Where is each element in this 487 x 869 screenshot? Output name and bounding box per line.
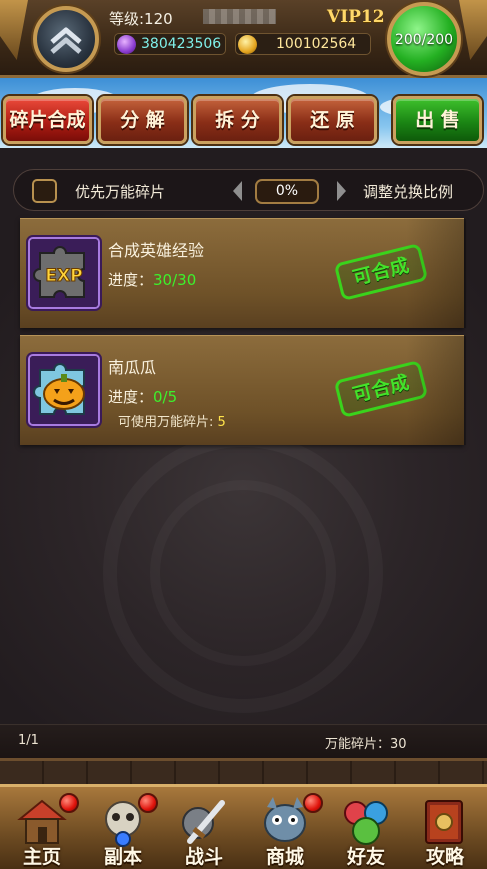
- progress-row: 进度：30/30: [108, 269, 196, 290]
- nav-label: 好友: [346, 846, 385, 868]
- tab-decompose[interactable]: 分 解: [98, 96, 187, 144]
- tab-fragment-synthesis[interactable]: 碎片合成: [3, 96, 92, 144]
- fragment-panel: 优先万能碎片 0% 调整兑换比例 EXP 合成英雄经验 进度：30/30 可合成: [0, 148, 487, 758]
- list-item[interactable]: 南瓜瓜 进度：0/5 可使用万能碎片: 5 可合成: [20, 335, 466, 445]
- sword-shield-icon: [182, 800, 225, 844]
- nav-label: 商城: [265, 846, 304, 868]
- tab-sell[interactable]: 出 售: [393, 96, 482, 144]
- energy-value: 200/200: [394, 32, 454, 48]
- nav-guide[interactable]: 攻略: [405, 787, 485, 869]
- energy-orb[interactable]: 200/200: [387, 2, 461, 76]
- progress-row: 进度：0/5: [108, 386, 177, 407]
- guide-book-icon: [425, 800, 463, 844]
- gem-amount: 380423506: [141, 36, 222, 52]
- progress-label: 进度：: [108, 388, 154, 406]
- priority-wild-checkbox[interactable]: [32, 179, 57, 203]
- gold-counter[interactable]: 100102564: [235, 33, 371, 55]
- nav-label: 副本: [103, 846, 142, 868]
- item-title: 南瓜瓜: [108, 358, 157, 377]
- tab-restore[interactable]: 还 原: [288, 96, 377, 144]
- filter-bar: 优先万能碎片 0% 调整兑换比例: [13, 169, 484, 211]
- blurred-player-name: [203, 9, 276, 24]
- right-corner-ornament: [459, 0, 487, 60]
- wild-shard-usable-label: 可使用万能碎片:: [118, 415, 218, 430]
- panel-footer: 1/1 万能碎片：30: [0, 724, 487, 758]
- wild-shard-total: 万能碎片：30: [325, 737, 407, 752]
- progress-value: 30/30: [153, 271, 197, 289]
- gold-amount: 100102564: [276, 36, 357, 52]
- progress-value: 0/5: [153, 388, 178, 406]
- pumpkin-puzzle-icon: [28, 354, 100, 426]
- tab-split[interactable]: 拆 分: [193, 96, 282, 144]
- nav-friends[interactable]: 好友: [326, 787, 406, 869]
- nav-label: 主页: [22, 846, 61, 868]
- gem-icon: [117, 35, 136, 54]
- synthesize-stamp-button[interactable]: 可合成: [333, 359, 429, 419]
- page-indicator: 1/1: [18, 733, 39, 748]
- top-status-bar: 等级:120 VIP12 380423506 100102564 200/200: [0, 0, 487, 78]
- nav-battle[interactable]: 战斗: [164, 787, 244, 869]
- list-item[interactable]: EXP 合成英雄经验 进度：30/30 可合成: [20, 218, 466, 328]
- chevron-up-icon: [50, 27, 82, 54]
- nav-home[interactable]: 主页: [2, 787, 82, 869]
- priority-wild-label: 优先万能碎片: [75, 183, 166, 201]
- progress-label: 进度：: [108, 271, 154, 289]
- shop-notification-badge: [303, 793, 323, 813]
- dungeon-notification-badge: [138, 793, 158, 813]
- left-corner-ornament: [0, 0, 28, 60]
- ratio-value: 0%: [255, 179, 319, 204]
- exp-puzzle-icon: EXP: [28, 237, 100, 309]
- rank-chevron-button[interactable]: [33, 6, 99, 72]
- home-notification-badge: [59, 793, 79, 813]
- gold-coin-icon: [238, 35, 257, 54]
- item-title: 合成英雄经验: [108, 241, 205, 260]
- background-emblem-inner: [150, 480, 336, 666]
- nav-dungeon[interactable]: 副本: [83, 787, 163, 869]
- wild-shard-usable-row: 可使用万能碎片: 5: [118, 411, 226, 430]
- bottom-nav: 主页 副本 战斗 商城 好友 攻略: [0, 784, 487, 869]
- player-level: 等级:120: [109, 10, 173, 28]
- nav-label: 战斗: [184, 846, 223, 868]
- wild-shard-usable-value: 5: [217, 415, 226, 430]
- friends-icon: [344, 801, 388, 845]
- ratio-label: 调整兑换比例: [363, 183, 454, 201]
- svg-text:EXP: EXP: [45, 266, 82, 286]
- nav-label: 攻略: [425, 846, 464, 868]
- ratio-decrease-arrow-icon[interactable]: [230, 179, 244, 203]
- vip-level[interactable]: VIP12: [327, 7, 385, 27]
- synthesize-stamp-button[interactable]: 可合成: [333, 242, 429, 302]
- ratio-increase-arrow-icon[interactable]: [335, 179, 349, 203]
- gem-counter[interactable]: 380423506: [114, 33, 226, 55]
- nav-shop[interactable]: 商城: [245, 787, 325, 869]
